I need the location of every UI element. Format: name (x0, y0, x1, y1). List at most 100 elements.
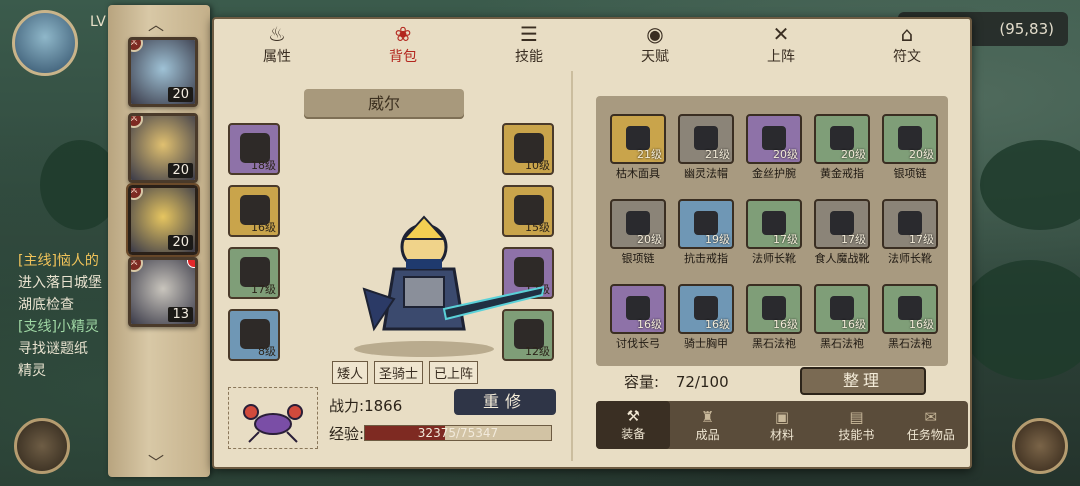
category-tab[interactable]: ✉ 任务物品 (894, 408, 968, 443)
category-tab[interactable]: ▣ 材料 (745, 408, 819, 443)
item-level: 16级 (909, 318, 934, 331)
hero-card[interactable]: ⚔ 20 (128, 37, 198, 107)
hero-card[interactable]: ⚔ 20 (128, 113, 198, 183)
home-button[interactable] (1012, 418, 1068, 474)
sort-button[interactable]: 整理 (800, 367, 926, 395)
inventory-item[interactable]: 19级 抗击戒指 (678, 199, 734, 266)
category-icon: ▤ (849, 407, 864, 426)
world-action-button[interactable] (14, 418, 70, 474)
tab-2[interactable]: ☰ 技能 (489, 22, 569, 66)
item-name: 骑士胸甲 (684, 337, 728, 350)
item-level: 16级 (637, 318, 662, 331)
category-icon: ♜ (700, 407, 715, 426)
item-level: 16级 (773, 318, 798, 331)
capacity-value: 72/100 (675, 373, 729, 391)
inventory-item[interactable]: 21级 幽灵法帽 (678, 114, 734, 181)
chevron-up-icon[interactable]: ︿ (148, 11, 164, 35)
pet-slot[interactable] (228, 387, 318, 449)
inventory-item[interactable]: 20级 银项链 (882, 114, 938, 181)
character-tag: 已上阵 (429, 361, 479, 384)
inventory-item[interactable]: 20级 金丝护腕 (746, 114, 802, 181)
quest-tracker[interactable]: [主线]恼人的 进入落日城堡 湖底检查 [支线]小精灵 寻找谜题纸 精灵 (18, 250, 118, 382)
inventory-item[interactable]: 21级 枯木面具 (610, 114, 666, 181)
item-name: 黑石法袍 (888, 337, 932, 350)
side-quest-title[interactable]: [支线]小精灵 (18, 316, 118, 338)
tab-0[interactable]: ♨ 属性 (237, 22, 317, 66)
item-name: 法师长靴 (752, 252, 796, 265)
item-name: 银项链 (621, 252, 655, 265)
item-frame: 20级 (814, 114, 870, 164)
inventory-panel[interactable]: 21级 枯木面具 21级 幽灵法帽 20级 金丝护腕 20级 黄金戒指 20级 … (596, 96, 948, 366)
inventory-item[interactable]: 16级 讨伐长弓 (610, 284, 666, 351)
tab-icon: ♨ (268, 22, 286, 46)
hero-level: 20 (168, 235, 193, 250)
item-name: 黄金戒指 (820, 167, 864, 180)
item-frame: 21级 (610, 114, 666, 164)
crab-pet-icon (243, 404, 303, 443)
inventory-item[interactable]: 17级 法师长靴 (882, 199, 938, 266)
category-tab[interactable]: ⚒ 装备 (596, 401, 671, 449)
character-panel: ♨ 属性 ❀ 背包 ☰ 技能 ◉ 天赋 ✕ 上阵 ⌂ 符文 威尔 18级 16级 17级 … (212, 17, 972, 469)
tab-label: 符文 (893, 49, 921, 65)
item-frame: 20级 (746, 114, 802, 164)
inventory-item[interactable]: 17级 食人魔战靴 (814, 199, 870, 266)
inventory-item[interactable]: 16级 黑石法袍 (814, 284, 870, 351)
tab-4[interactable]: ✕ 上阵 (741, 22, 821, 66)
hero-level: 13 (168, 307, 193, 322)
item-frame: 16级 (814, 284, 870, 334)
power-label: 战力: (329, 397, 365, 415)
inventory-item[interactable]: 16级 骑士胸甲 (678, 284, 734, 351)
player-avatar[interactable] (12, 10, 78, 76)
rebuild-button[interactable]: 重修 (454, 389, 556, 415)
side-quest-desc-2: 精灵 (18, 363, 46, 379)
category-label: 成品 (695, 427, 720, 442)
hero-card[interactable]: ⚔ 13 (128, 257, 198, 327)
inventory-item[interactable]: 17级 法师长靴 (746, 199, 802, 266)
equip-slot-right[interactable]: 10级 (502, 123, 554, 175)
item-level: 20级 (773, 148, 798, 161)
tab-icon: ❀ (394, 22, 412, 46)
tab-label: 属性 (263, 49, 291, 65)
tab-3[interactable]: ◉ 天赋 (615, 22, 695, 66)
inventory-item[interactable]: 20级 黄金戒指 (814, 114, 870, 181)
item-level: 17级 (909, 233, 934, 246)
hero-card[interactable]: ⚔ 20 (126, 183, 200, 257)
item-frame: 17级 (746, 199, 802, 249)
inventory-item[interactable]: 16级 黑石法袍 (746, 284, 802, 351)
item-name: 银项链 (893, 167, 927, 180)
category-tab[interactable]: ▤ 技能书 (819, 408, 893, 443)
inventory-item[interactable]: 20级 银项链 (610, 199, 666, 266)
item-name: 幽灵法帽 (684, 167, 728, 180)
item-frame: 16级 (610, 284, 666, 334)
main-quest-title[interactable]: [主线]恼人的 (18, 250, 118, 272)
tab-5[interactable]: ⌂ 符文 (867, 22, 947, 66)
item-frame: 20级 (882, 114, 938, 164)
character-name: 威尔 (304, 89, 464, 119)
item-level: 21级 (637, 148, 662, 161)
hero-selector: ︿ ⚔ 20 ⚔ 20 ⚔ 20 ⚔ 13 ﹀ (108, 5, 210, 477)
item-level: 17级 (841, 233, 866, 246)
item-frame: 16级 (678, 284, 734, 334)
equip-slot-left[interactable]: 16级 (228, 185, 280, 237)
notification-dot (187, 260, 195, 268)
capacity: 容量: 72/100 (624, 371, 729, 392)
tab-icon: ☰ (520, 22, 538, 46)
item-frame: 19级 (678, 199, 734, 249)
item-name: 黑石法袍 (752, 337, 796, 350)
chevron-down-icon[interactable]: ﹀ (148, 449, 164, 473)
item-level: 16级 (705, 318, 730, 331)
equip-slot-left[interactable]: 17级 (228, 247, 280, 299)
equip-level: 18级 (251, 159, 276, 172)
category-tab[interactable]: ♜ 成品 (670, 408, 744, 443)
inventory-grid: 21级 枯木面具 21级 幽灵法帽 20级 金丝护腕 20级 黄金戒指 20级 … (610, 114, 938, 366)
item-level: 19级 (705, 233, 730, 246)
category-icon: ⚒ (626, 407, 640, 425)
tab-1[interactable]: ❀ 背包 (363, 22, 443, 66)
equip-level: 16级 (251, 221, 276, 234)
inventory-item[interactable]: 16级 黑石法袍 (882, 284, 938, 351)
player-level: LV (90, 14, 106, 30)
item-level: 20级 (909, 148, 934, 161)
equip-slot-left[interactable]: 8级 (228, 309, 280, 361)
equip-slot-left[interactable]: 18级 (228, 123, 280, 175)
equip-level: 8级 (258, 345, 276, 358)
